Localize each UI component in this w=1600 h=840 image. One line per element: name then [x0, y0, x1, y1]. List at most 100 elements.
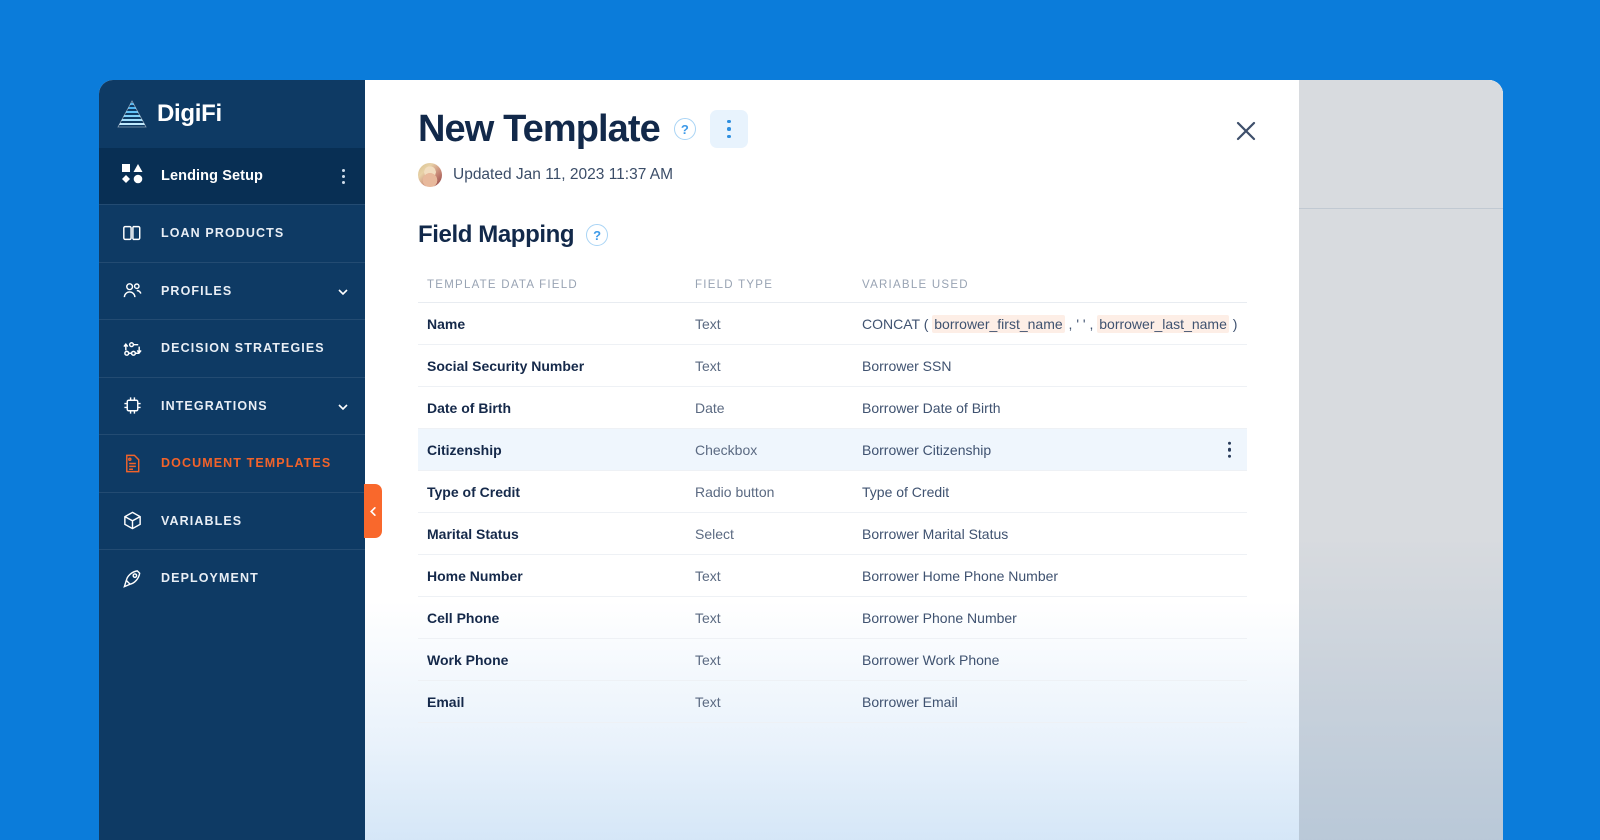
cell-template-data-field: Type of Credit [427, 483, 521, 500]
cell-template-data-field: Citizenship [427, 441, 502, 458]
close-icon[interactable] [1231, 116, 1261, 146]
sidebar-item-document-templates[interactable]: DOCUMENT TEMPLATES [99, 434, 365, 492]
formula-text: CONCAT ( [862, 315, 933, 332]
help-icon[interactable]: ? [586, 224, 609, 246]
cell-variable-used: Borrower SSN [862, 357, 952, 374]
sidebar-collapse-handle[interactable] [364, 484, 382, 538]
sidebar-item-profiles-label: PROFILES [161, 283, 233, 298]
shapes-icon [121, 163, 143, 190]
formula-text: , [1064, 315, 1077, 332]
rocket-icon [121, 567, 143, 589]
cell-field-type: Text [695, 315, 721, 332]
variable-chip: borrower_first_name [932, 314, 1065, 333]
table-row[interactable]: Marital Status Select Borrower Marital Sta… [418, 513, 1247, 555]
cell-field-type: Select [695, 525, 734, 542]
sidebar-item-integrations[interactable]: INTEGRATIONS [99, 376, 365, 435]
sidebar-lending-setup-kebab-icon[interactable] [338, 165, 349, 188]
new-template-modal: New Template ? Updated Jan 11, 2023 11:3… [365, 80, 1299, 840]
sidebar-item-deployment-label: DEPLOYMENT [161, 571, 259, 586]
chevron-down-icon[interactable] [337, 400, 349, 412]
cell-field-type: Text [695, 609, 721, 626]
table-row[interactable]: Cell Phone Text Borrower Phone Number [418, 597, 1247, 639]
cell-template-data-field: Email [427, 693, 465, 710]
table-row[interactable]: Type of Credit Radio button Type of Credit [418, 471, 1247, 513]
digifi-logo-icon [117, 100, 147, 128]
variable-chip: borrower_last_name [1097, 314, 1229, 333]
sidebar-item-decision-strategies[interactable]: DECISION STRATEGIES [99, 319, 365, 377]
cell-template-data-field: Cell Phone [427, 609, 500, 626]
table-row[interactable]: Citizenship Checkbox Borrower Citizenship [418, 429, 1247, 471]
branch-icon [121, 337, 143, 359]
cell-variable-used: Type of Credit [862, 483, 950, 500]
sidebar-item-profiles[interactable]: PROFILES [99, 261, 365, 320]
cell-field-type: Date [695, 399, 725, 416]
avatar [418, 163, 442, 187]
modal-title-row: New Template ? [418, 110, 1247, 148]
cell-variable-used: Borrower Home Phone Number [862, 567, 1059, 584]
cell-template-data-field: Marital Status [427, 525, 519, 542]
table-row[interactable]: Date of Birth Date Borrower Date of Birth [418, 387, 1247, 429]
updated-timestamp: Updated Jan 11, 2023 11:37 AM [453, 166, 674, 183]
cell-template-data-field: Work Phone [427, 651, 509, 668]
cell-template-data-field: Name [427, 315, 466, 332]
formula-text: ) [1228, 315, 1238, 332]
cell-template-data-field: Social Security Number [427, 357, 585, 374]
cell-variable-used: CONCAT ( borrower_first_name , ' ' , bor… [862, 314, 1247, 333]
cell-variable-used: Borrower Email [862, 693, 958, 710]
sidebar-item-decision-strategies-label: DECISION STRATEGIES [161, 341, 325, 356]
cell-template-data-field: Home Number [427, 567, 523, 584]
cell-field-type: Text [695, 567, 721, 584]
cell-variable-used: Borrower Citizenship [862, 441, 992, 458]
field-mapping-header: Field Mapping ? [418, 221, 1247, 249]
table-row[interactable]: Social Security Number Text Borrower SSN [418, 345, 1247, 387]
sidebar-item-variables-label: VARIABLES [161, 513, 243, 528]
sidebar-item-lending-setup[interactable]: Lending Setup [99, 148, 365, 204]
sidebar-lending-setup-label: Lending Setup [161, 168, 263, 184]
cell-variable-used: Borrower Date of Birth [862, 399, 1001, 416]
updated-info-row: Updated Jan 11, 2023 11:37 AM [418, 163, 1247, 187]
row-kebab-menu-icon[interactable] [1227, 441, 1231, 458]
chip-icon [121, 395, 143, 417]
cube-icon [121, 510, 143, 532]
sidebar-item-variables[interactable]: VARIABLES [99, 491, 365, 550]
cell-variable-used: Borrower Work Phone [862, 651, 1000, 668]
table-row[interactable]: Name Text CONCAT ( borrower_first_name , '… [418, 303, 1247, 345]
document-icon [121, 452, 143, 474]
sidebar-item-loan-products[interactable]: LOAN PRODUCTS [99, 204, 365, 262]
table-row[interactable]: Home Number Text Borrower Home Phone Numbe… [418, 555, 1247, 597]
cell-field-type: Text [695, 651, 721, 668]
formula-text: , [1085, 315, 1098, 332]
table-row[interactable]: Email Text Borrower Email [418, 681, 1247, 723]
table-body: Name Text CONCAT ( borrower_first_name , '… [418, 303, 1247, 723]
table-header-row: TEMPLATE DATA FIELD FIELD TYPE VARIABLE … [418, 279, 1247, 303]
brand-name: DigiFi [157, 100, 222, 127]
column-header-template-data-field: TEMPLATE DATA FIELD [427, 279, 578, 291]
field-mapping-table: TEMPLATE DATA FIELD FIELD TYPE VARIABLE … [418, 279, 1247, 723]
cell-field-type: Checkbox [695, 441, 758, 458]
formula-text: ' ' [1076, 315, 1086, 332]
sidebar: DigiFi Lending Setup LOAN PRODUCTS PROFI… [99, 80, 365, 840]
help-icon[interactable]: ? [673, 118, 696, 140]
sidebar-item-deployment[interactable]: DEPLOYMENT [99, 549, 365, 607]
cell-field-type: Text [695, 357, 721, 374]
cell-field-type: Radio button [695, 483, 775, 500]
modal-kebab-menu-icon[interactable] [709, 110, 748, 148]
cell-field-type: Text [695, 693, 721, 710]
cell-template-data-field: Date of Birth [427, 399, 511, 416]
main-content-area: Documents Templates G Templates TEMPLATE… [365, 80, 1503, 840]
sidebar-item-integrations-label: INTEGRATIONS [161, 398, 268, 413]
table-row[interactable]: Work Phone Text Borrower Work Phone [418, 639, 1247, 681]
column-header-field-type: FIELD TYPE [695, 279, 774, 291]
people-icon [121, 280, 143, 302]
brand-logo[interactable]: DigiFi [99, 80, 365, 148]
section-title: Field Mapping [418, 221, 575, 248]
column-header-variable-used: VARIABLE USED [862, 279, 969, 291]
chevron-down-icon[interactable] [337, 285, 349, 297]
cell-variable-used: Borrower Marital Status [862, 525, 1009, 542]
sidebar-item-loan-products-label: LOAN PRODUCTS [161, 226, 285, 241]
cell-variable-used: Borrower Phone Number [862, 609, 1017, 626]
app-window: DigiFi Lending Setup LOAN PRODUCTS PROFI… [99, 80, 1503, 840]
book-icon [121, 222, 143, 244]
sidebar-item-document-templates-label: DOCUMENT TEMPLATES [161, 456, 332, 471]
page-title: New Template [418, 108, 661, 150]
